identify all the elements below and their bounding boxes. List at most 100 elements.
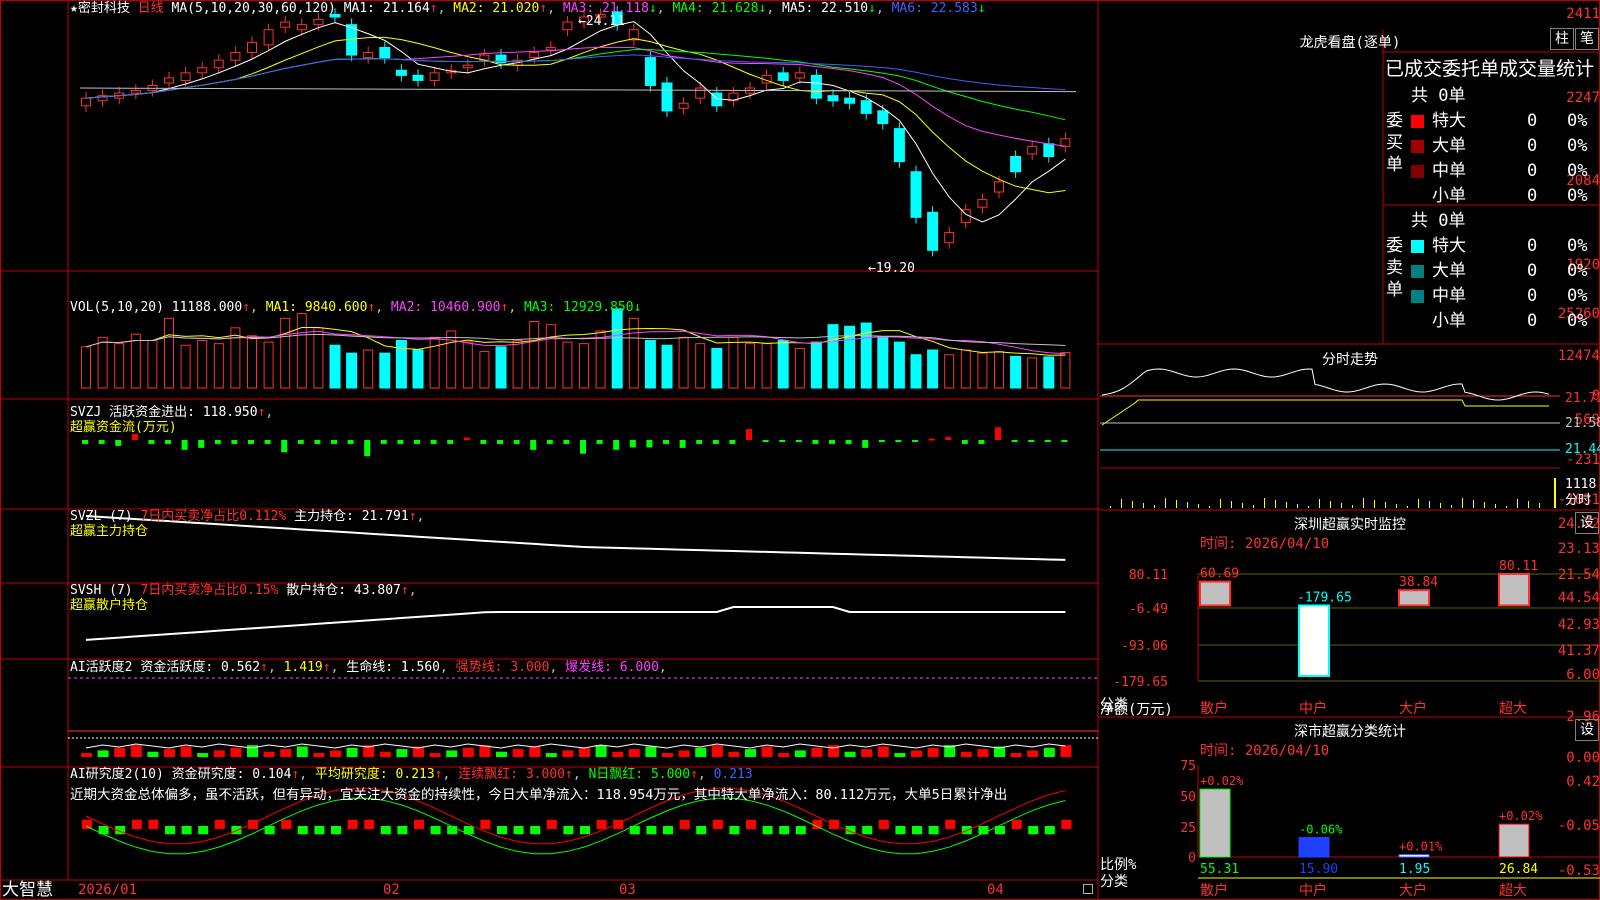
flow-bar	[829, 440, 835, 444]
research-bar	[928, 826, 939, 835]
flow-bar	[165, 440, 171, 444]
volume-bar-up	[1027, 357, 1038, 389]
research-bar	[1061, 819, 1072, 829]
ratio-value-label: 15.90	[1299, 862, 1338, 877]
intraday-vol-bar	[1297, 504, 1298, 508]
buy-row-pct: 0%	[1567, 186, 1588, 206]
intraday-vol-bar	[1506, 506, 1507, 508]
flow-bar	[281, 440, 288, 453]
flow-bar	[746, 429, 752, 440]
svzl-label: SVZL (7)	[70, 509, 133, 524]
bar-mode-button[interactable]: 柱	[1550, 28, 1574, 50]
activity-bar	[695, 747, 707, 757]
flow-bar	[679, 440, 686, 448]
intraday-vol-bar	[1220, 499, 1221, 508]
candle-down	[910, 171, 922, 218]
sell-row: 大单 0 0%	[1411, 256, 1600, 281]
candle-down	[810, 74, 822, 99]
research-bar	[563, 826, 574, 835]
volume-bar-up	[595, 330, 606, 389]
volume-bar-up	[994, 351, 1004, 389]
ai2-last: 0.213	[713, 767, 753, 782]
vol-ma1: MA1: 9840.600	[265, 300, 368, 315]
activity-bar	[911, 750, 922, 757]
volume-bar-up	[977, 352, 988, 389]
flow-bar	[629, 440, 636, 448]
sell-row-count: 0	[1527, 311, 1538, 331]
volume-bar-up	[479, 351, 490, 389]
svsh-axis-2: 41.37	[1557, 643, 1600, 659]
research-bar	[878, 819, 889, 829]
candle-up	[363, 52, 374, 59]
net-bar-0	[1199, 580, 1231, 607]
volume-bar-up	[213, 343, 224, 389]
volume-bar-down	[777, 339, 789, 389]
activity-bar	[147, 751, 159, 757]
flow-bar	[248, 440, 254, 444]
sz-monitor-category: 中户	[1299, 700, 1327, 717]
research-bar	[131, 819, 142, 829]
tick-mode-button[interactable]: 笔	[1575, 28, 1599, 50]
intraday-vol-bar	[1198, 504, 1199, 508]
high-marker: ←24.11	[578, 14, 625, 29]
intraday-vol-bar	[1308, 506, 1309, 508]
low-marker: ←19.20	[868, 261, 915, 276]
sz-monitor-category: 散户	[1200, 700, 1228, 717]
candle-up	[462, 64, 473, 69]
flow-bar	[347, 440, 354, 444]
ratio-change-label: +0.02%	[1200, 774, 1244, 788]
sell-color-swatch	[1411, 314, 1424, 328]
candle-up	[130, 90, 141, 94]
activity-bar	[778, 753, 790, 757]
candle-down	[661, 82, 673, 112]
research-bar	[646, 826, 657, 835]
sz-class-settings-button[interactable]: 设	[1575, 719, 1599, 741]
volume-bar-down	[827, 324, 839, 389]
volume-bar-up	[81, 346, 91, 389]
sell-side-label: 委卖单	[1386, 236, 1403, 300]
ratio-bar-1	[1298, 836, 1330, 858]
volume-bar-up	[296, 313, 307, 389]
sz-monitor-axis-tick: -93.06	[1121, 639, 1168, 654]
sell-color-swatch	[1411, 264, 1424, 278]
ai1-axis-0: 6.00	[1566, 667, 1600, 683]
buy-color-swatch	[1411, 139, 1424, 153]
activity-bar	[396, 749, 408, 757]
activity-bar	[612, 751, 624, 757]
research-bar	[912, 826, 922, 835]
flow-bar	[497, 440, 503, 444]
flow-bar	[297, 440, 304, 444]
sz-monitor-settings-button[interactable]: 设	[1575, 512, 1599, 534]
activity-bar	[230, 747, 242, 757]
candle-up	[994, 181, 1004, 193]
intraday-vol-bar	[1407, 506, 1408, 508]
volume-bar-down	[346, 352, 358, 389]
intraday-vol-bar	[1517, 499, 1518, 508]
sz-class-axis-tick: 50	[1180, 790, 1196, 805]
buy-row-pct: 0%	[1567, 136, 1588, 156]
buy-row: 中单 0 0%	[1411, 156, 1600, 181]
buy-row-name: 中单	[1432, 161, 1466, 181]
candle-up	[247, 41, 257, 54]
activity-bar	[296, 746, 308, 757]
sell-row-count: 0	[1527, 236, 1538, 256]
svsh-label: SVSH (7)	[70, 583, 133, 598]
volume-bar-up	[97, 336, 108, 389]
intraday-vol-bar	[1165, 498, 1166, 508]
flow-bar	[945, 437, 952, 440]
chart-canvas[interactable]: 80.11 -6.49 -93.06 -179.65 60.69 散户 -179.65 中户 3…	[0, 0, 1600, 900]
intraday-vol-bar	[1341, 503, 1342, 508]
sz-class-time: 时间: 2026/04/10	[1200, 743, 1330, 759]
volume-bar-up	[147, 339, 158, 389]
sz-monitor-axis-tick: -6.49	[1129, 602, 1168, 617]
ma-line-120	[79, 87, 1077, 93]
activity-bar	[180, 746, 192, 757]
lock-icon[interactable]	[1083, 884, 1093, 894]
activity-bar	[545, 753, 557, 757]
candle-up	[529, 52, 540, 59]
activity-bar	[130, 745, 142, 757]
stock-name[interactable]: ★密封科技	[70, 1, 130, 16]
flow-bar	[912, 440, 918, 442]
sz-class-category: 中户	[1299, 882, 1327, 899]
period-label[interactable]: 日线	[138, 1, 164, 16]
